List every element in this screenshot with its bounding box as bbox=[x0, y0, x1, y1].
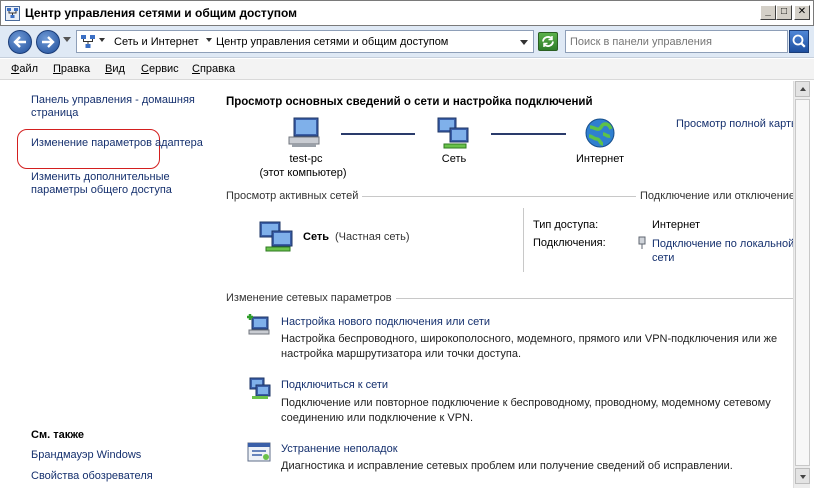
sidebar-link-change-adapter-settings[interactable]: Изменение параметров адаптера bbox=[31, 137, 206, 150]
arrow-left-icon bbox=[13, 36, 26, 48]
menu-help-label: правка bbox=[199, 63, 236, 75]
network-center-icon bbox=[5, 6, 20, 21]
network-center-icon bbox=[81, 35, 95, 48]
task-connect-network-desc: Подключение или повторное подключение к … bbox=[281, 397, 771, 424]
close-button[interactable]: ✕ bbox=[794, 5, 810, 20]
local-area-connection-link[interactable]: Подключение по локальной сети bbox=[652, 237, 793, 265]
ethernet-cable-icon bbox=[638, 236, 646, 249]
breadcrumb-separator-icon[interactable] bbox=[99, 38, 105, 42]
troubleshoot-icon bbox=[247, 442, 271, 462]
link-network-internet bbox=[491, 133, 566, 135]
menu-tools[interactable]: Сервис bbox=[141, 63, 179, 75]
access-type-value: Интернет bbox=[652, 219, 700, 231]
change-settings-heading: Изменение сетевых параметров bbox=[226, 292, 396, 304]
sidebar-link-internet-options[interactable]: Свойства обозревателя bbox=[31, 470, 206, 483]
new-connection-icon bbox=[247, 314, 270, 335]
scroll-down-arrow-icon bbox=[800, 475, 806, 479]
task-connect-network-link[interactable]: Подключиться к сети bbox=[281, 379, 388, 391]
menu-help-mnemonic: С bbox=[192, 63, 200, 75]
page-title: Просмотр основных сведений о сети и наст… bbox=[226, 96, 593, 108]
active-network-icon bbox=[259, 221, 293, 252]
computer-icon bbox=[288, 117, 320, 147]
forward-button[interactable] bbox=[36, 30, 60, 54]
menu-edit-label: равка bbox=[60, 63, 91, 75]
menu-file[interactable]: Файл bbox=[11, 63, 38, 75]
sidebar-link-advanced-sharing[interactable]: Изменить дополнительные параметры общего… bbox=[31, 171, 206, 197]
menu-help[interactable]: Справка bbox=[192, 63, 235, 75]
back-button[interactable] bbox=[8, 30, 32, 54]
scroll-down-button[interactable] bbox=[795, 468, 810, 484]
view-full-map-link[interactable]: Просмотр полной карты bbox=[676, 118, 793, 130]
menu-view-label: ид bbox=[112, 63, 125, 75]
window-title: Центр управления сетями и общим доступом bbox=[25, 6, 298, 20]
search-input[interactable] bbox=[570, 32, 785, 51]
scrollbar-thumb[interactable] bbox=[795, 99, 810, 466]
sidebar-link-firewall[interactable]: Брандмауэр Windows bbox=[31, 449, 206, 462]
menu-view[interactable]: Вид bbox=[105, 63, 125, 75]
menu-bar: Файл Правка Вид Сервис Справка bbox=[0, 59, 814, 80]
refresh-icon bbox=[542, 36, 554, 47]
scroll-up-arrow-icon bbox=[800, 87, 806, 91]
address-history-chevron-down-icon[interactable] bbox=[520, 40, 528, 45]
node-label-network: Сеть bbox=[441, 153, 467, 165]
connect-disconnect-link[interactable]: Подключение или отключение bbox=[636, 190, 793, 202]
task-troubleshoot-desc: Диагностика и исправление сетевых пробле… bbox=[281, 460, 733, 472]
menu-tools-mnemonic: С bbox=[141, 63, 149, 75]
breadcrumb[interactable]: Сеть и Интернет Центр управления сетями … bbox=[76, 30, 534, 53]
node-label-computer-sub: (этот компьютер) bbox=[259, 167, 347, 179]
node-label-internet: Интернет bbox=[576, 153, 624, 165]
search-box bbox=[565, 30, 788, 53]
maximize-button[interactable]: □ bbox=[776, 5, 792, 20]
menu-tools-label: ервис bbox=[148, 63, 179, 75]
task-setup-connection-desc: Настройка беспроводного, широкополосного… bbox=[281, 333, 778, 360]
refresh-button[interactable] bbox=[538, 32, 558, 51]
sidebar-link-control-panel-home[interactable]: Панель управления - домашняя страница bbox=[31, 94, 206, 120]
network-icon bbox=[437, 117, 469, 149]
link-computer-network bbox=[341, 133, 415, 135]
globe-icon bbox=[585, 118, 615, 148]
connect-to-network-icon bbox=[249, 377, 271, 399]
menu-file-label: айл bbox=[19, 63, 39, 75]
menu-edit[interactable]: Правка bbox=[53, 63, 90, 75]
active-networks-heading: Просмотр активных сетей bbox=[226, 190, 363, 202]
scroll-up-button[interactable] bbox=[795, 81, 810, 97]
node-label-computer: test-pc bbox=[289, 153, 323, 165]
sidebar: Панель управления - домашняя страница Из… bbox=[0, 81, 208, 488]
vertical-scrollbar[interactable] bbox=[793, 81, 810, 488]
breadcrumb-separator-icon[interactable] bbox=[206, 38, 212, 42]
access-type-label: Тип доступа: bbox=[533, 219, 599, 231]
recent-pages-chevron-down-icon[interactable] bbox=[63, 37, 71, 42]
title-bar: Центр управления сетями и общим доступом… bbox=[0, 0, 814, 26]
active-network-type[interactable]: (Частная сеть) bbox=[335, 231, 410, 243]
see-also-heading: См. также bbox=[31, 429, 84, 441]
menu-edit-mnemonic: П bbox=[53, 63, 61, 75]
main-content: Просмотр основных сведений о сети и наст… bbox=[208, 81, 793, 488]
task-troubleshoot-link[interactable]: Устранение неполадок bbox=[281, 443, 398, 455]
minimize-button[interactable]: _ bbox=[760, 5, 776, 20]
task-setup-connection-link[interactable]: Настройка нового подключения или сети bbox=[281, 316, 490, 328]
vertical-divider bbox=[523, 208, 524, 272]
breadcrumb-item-network-center[interactable]: Центр управления сетями и общим доступом bbox=[216, 36, 448, 48]
active-network-name: Сеть bbox=[303, 231, 330, 243]
search-button[interactable] bbox=[789, 30, 809, 53]
connections-label: Подключения: bbox=[533, 237, 606, 249]
address-bar: Сеть и Интернет Центр управления сетями … bbox=[0, 26, 814, 58]
arrow-right-icon bbox=[42, 36, 55, 48]
search-icon bbox=[792, 34, 806, 48]
breadcrumb-item-network-internet[interactable]: Сеть и Интернет bbox=[114, 36, 199, 48]
